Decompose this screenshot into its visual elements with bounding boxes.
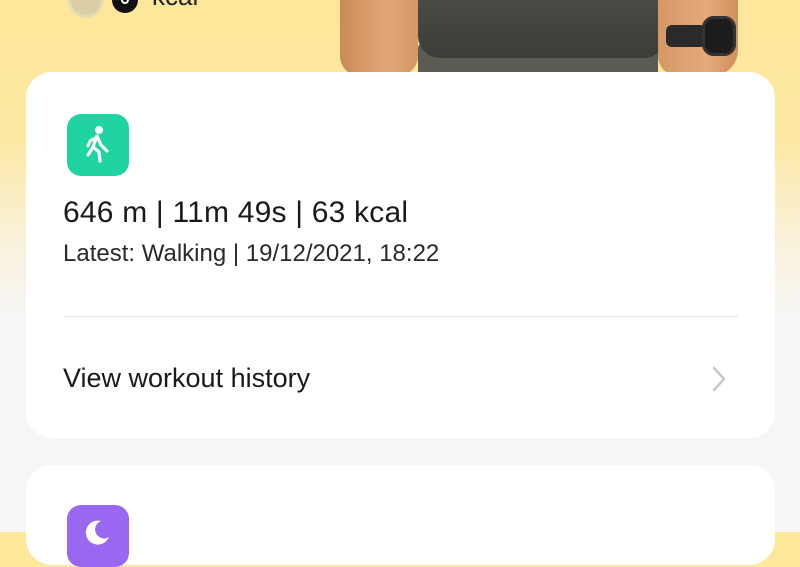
avatar-header: kcal [0, 0, 800, 80]
hero-calorie-unit: kcal [152, 0, 198, 12]
view-workout-history-label: View workout history [63, 363, 311, 393]
view-workout-history-button[interactable]: View workout history [26, 317, 775, 438]
sleep-card[interactable] [26, 465, 775, 567]
calorie-dot-icon [112, 0, 138, 13]
moon-icon [67, 505, 129, 567]
walking-person-icon [67, 114, 129, 176]
latest-workout-text: Latest: Walking | 19/12/2021, 18:22 [63, 240, 440, 267]
workout-card[interactable]: 646 m | 11m 49s | 63 kcal Latest: Walkin… [26, 72, 775, 438]
hero-calorie-stat: kcal [68, 0, 198, 18]
chevron-right-icon [711, 365, 727, 398]
workout-summary: 646 m | 11m 49s | 63 kcal [63, 196, 409, 229]
activity-ring-icon [68, 0, 104, 18]
smartwatch-icon [666, 16, 738, 56]
avatar-illustration [340, 0, 740, 76]
